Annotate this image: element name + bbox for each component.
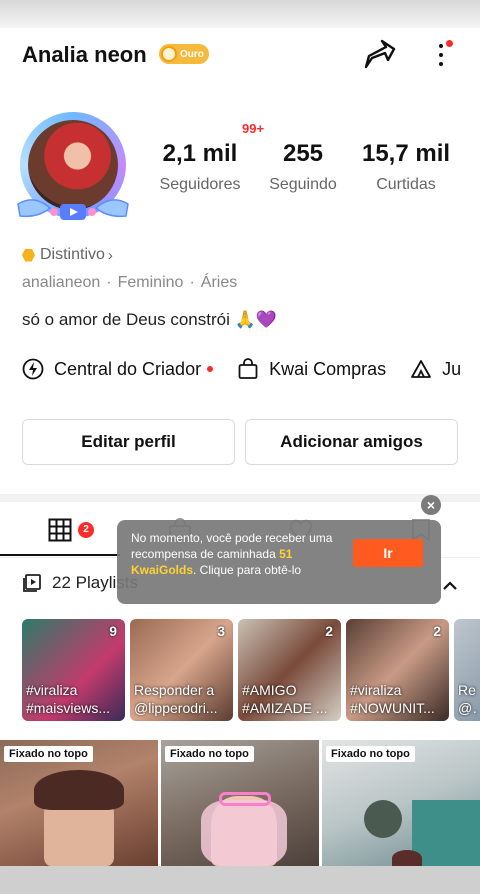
playlist-caption: Responder a @lipperodri... [134,682,218,716]
creator-center-dot [207,366,214,372]
bottom-band [0,866,480,894]
pinned-label: Fixado no topo [4,746,93,762]
more-options-button[interactable] [428,36,454,74]
playlist-card[interactable]: 2 #viraliza #NOWUNIT... [346,619,449,721]
playlist-icon [23,574,41,592]
toast-go-button[interactable]: Ir [353,539,423,567]
level-badge-label: Ouro [180,48,204,60]
playlist-card[interactable]: 9 #viraliza #maisviews... [22,619,125,721]
tools-row: Central do Criador Kwai Compras Ju [22,356,480,382]
coin-icon [161,46,177,62]
video-thumbnail[interactable]: Fixado no topo [322,740,480,866]
share-button[interactable] [360,36,398,74]
lightning-icon [22,358,44,380]
edit-profile-button[interactable]: Editar perfil [22,419,235,465]
playlist-card[interactable]: Re @a [454,619,480,721]
notification-badge[interactable]: 99+ [238,120,269,137]
pinned-label: Fixado no topo [165,746,254,762]
avatar-wings-decoration [17,199,129,220]
followers-label: Seguidores [159,176,241,193]
playlist-caption: Re @a [458,682,478,716]
tent-icon [411,360,432,378]
playlist-caption: #AMIGO #AMIZADE ... [242,682,328,716]
zodiac-sign: Áries [200,274,238,291]
playlist-caption: #viraliza #NOWUNIT... [350,682,435,716]
chevron-right-icon: › [107,246,113,264]
playlist-caption: #viraliza #maisviews... [26,682,111,716]
level-badge[interactable]: Ouro [159,44,209,64]
playlist-count: 3 [217,623,225,639]
playlist-card[interactable]: 3 Responder a @lipperodri... [130,619,233,721]
playlist-count: 9 [109,623,117,639]
grid-icon[interactable] [48,518,72,542]
playlist-count: 2 [433,623,441,639]
following-count: 255 [282,140,324,167]
toast-close-button[interactable]: × [421,495,441,515]
works-tab-badge: 2 [78,522,94,538]
following-label: Seguindo [269,176,337,193]
profile-name: Analia neon [22,42,147,67]
likes-label: Curtidas [376,176,436,193]
likes-count: 15,7 mil [361,140,451,167]
notification-dot [446,40,453,47]
shopping-bag-icon [238,358,258,379]
creator-center-button[interactable]: Central do Criador [22,358,214,380]
kwai-shop-button[interactable]: Kwai Compras [237,358,386,380]
profile-info-line: analianeon · Feminino · Áries [22,274,238,291]
video-thumbnail[interactable]: Fixado no topo [0,740,158,866]
profile-screen: Analia neon Ouro 99+ 2,1 mil Seguidores … [0,28,480,866]
active-tab-indicator [0,554,120,556]
gender: Feminino [117,274,184,291]
add-friends-button[interactable]: Adicionar amigos [245,419,458,465]
share-icon [364,39,396,69]
playlist-count: 2 [325,623,333,639]
hexagon-badge-icon [22,248,35,262]
avatar[interactable] [14,108,132,228]
bio: só o amor de Deus constrói 🙏💜 [22,310,277,329]
section-divider [0,494,480,502]
chevron-up-icon[interactable] [440,576,460,596]
third-tool-button[interactable]: Ju [410,358,461,380]
followers-count: 2,1 mil [162,140,238,167]
playlist-card[interactable]: 2 #AMIGO #AMIZADE ... [238,619,341,721]
distintivo-link[interactable]: Distintivo › [22,246,113,264]
stat-likes[interactable]: 15,7 mil Curtidas [356,140,456,194]
stat-followers[interactable]: 2,1 mil Seguidores [154,140,246,194]
stat-following[interactable]: 255 Seguindo [262,140,344,194]
distintivo-label: Distintivo [40,246,105,263]
reward-toast[interactable]: No momento, você pode receber uma recomp… [117,520,441,604]
username: analianeon [22,274,101,291]
toast-message: No momento, você pode receber uma recomp… [131,531,333,577]
kwai-shop-label: Kwai Compras [269,358,387,379]
third-tool-label: Ju [442,358,462,379]
status-bar-area [0,0,480,28]
creator-center-label: Central do Criador [54,358,202,379]
pinned-label: Fixado no topo [326,746,415,762]
video-thumbnail[interactable]: Fixado no topo [161,740,319,866]
